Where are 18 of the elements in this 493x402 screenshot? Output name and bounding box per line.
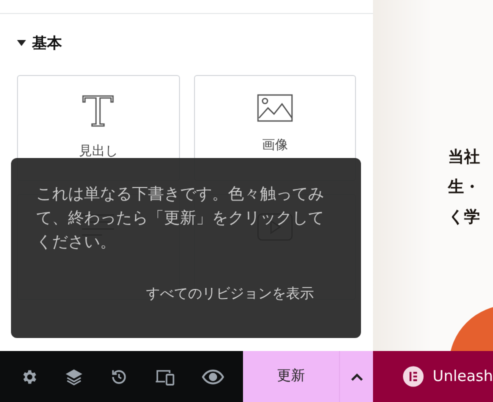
tooltip-message: これは単なる下書きです。色々触ってみて、終わったら「更新」をクリックしてください。 (36, 183, 325, 253)
caret-icon (17, 40, 26, 46)
chevron-up-icon (350, 372, 362, 380)
eye-icon[interactable] (202, 368, 224, 384)
revisions-link[interactable]: すべてのリビジョンを表示 (146, 284, 314, 305)
preview-text: く学 (448, 206, 481, 228)
promo-text: Unleash (432, 366, 493, 388)
preview-text: 当社 (448, 146, 481, 168)
letter-t-icon (81, 94, 116, 128)
category-header[interactable]: 基本 (17, 32, 356, 54)
responsive-devices-icon[interactable] (154, 368, 174, 386)
history-icon[interactable] (110, 368, 128, 386)
logo-icon (403, 366, 424, 387)
image-icon (256, 94, 293, 122)
preview-text: 生・ (448, 176, 481, 198)
layers-icon[interactable] (64, 368, 82, 386)
update-button[interactable]: 更新 (243, 351, 339, 402)
promo-bar[interactable]: Unleash (373, 351, 493, 402)
